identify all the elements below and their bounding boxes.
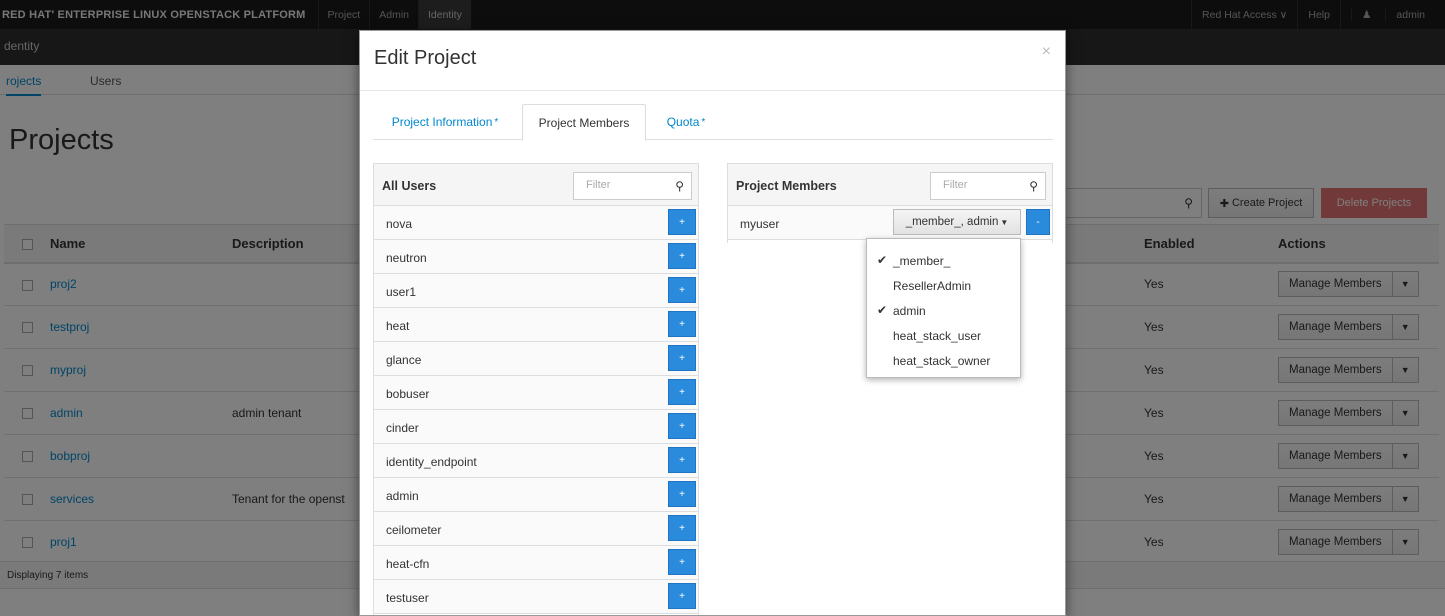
roles-dropdown-menu: ✔ _member_ ResellerAdmin ✔ admin heat_stac…: [866, 238, 1021, 378]
user-name: cinder: [386, 421, 419, 435]
tab-project-members-label: Project Members: [538, 115, 630, 130]
add-user-button[interactable]: +: [668, 447, 696, 473]
modal-header: Edit Project ×: [360, 31, 1065, 91]
role-option-label: _member_: [893, 254, 951, 268]
all-users-title: All Users: [382, 179, 437, 193]
user-name: ceilometer: [386, 523, 442, 537]
close-icon[interactable]: ×: [1042, 43, 1051, 61]
list-item: heat-cfn +: [374, 546, 698, 580]
user-name: neutron: [386, 251, 427, 265]
add-user-button[interactable]: +: [668, 379, 696, 405]
list-item: glance +: [374, 342, 698, 376]
user-name: identity_endpoint: [386, 455, 477, 469]
list-item: testuser +: [374, 580, 698, 614]
role-option-reselleradmin[interactable]: ResellerAdmin: [867, 272, 1020, 297]
user-name: admin: [386, 489, 419, 503]
add-user-button[interactable]: +: [668, 515, 696, 541]
tab-project-information[interactable]: Project Information *: [373, 104, 517, 140]
list-item: bobuser +: [374, 376, 698, 410]
add-user-button[interactable]: +: [668, 481, 696, 507]
tab-project-information-label: Project Information: [391, 115, 493, 129]
add-user-button[interactable]: +: [668, 345, 696, 371]
list-item: myuser _member_, admin ▼ -: [728, 206, 1052, 240]
user-name: bobuser: [386, 387, 430, 401]
search-icon: ⚲: [675, 179, 684, 193]
edit-project-modal: Edit Project × Project Information * Proj…: [359, 30, 1066, 616]
modal-tabs: Project Information * Project Members Quo…: [373, 104, 1053, 141]
all-users-filter-input[interactable]: Filter ⚲: [573, 172, 692, 200]
remove-member-button[interactable]: -: [1026, 209, 1050, 235]
all-users-panel: All Users Filter ⚲ nova + neutron + user1 +…: [373, 163, 699, 615]
member-name: myuser: [740, 217, 780, 231]
member-roles-dropdown[interactable]: _member_, admin ▼: [893, 209, 1021, 235]
tab-project-members[interactable]: Project Members: [522, 104, 646, 141]
add-user-button[interactable]: +: [668, 243, 696, 269]
role-option-label: heat_stack_owner: [893, 354, 991, 368]
role-option-heat-stack-user[interactable]: heat_stack_user: [867, 322, 1020, 347]
role-option-label: ResellerAdmin: [893, 279, 972, 293]
project-members-title: Project Members: [736, 179, 837, 193]
project-members-header: Project Members Filter ⚲: [728, 164, 1052, 206]
add-user-button[interactable]: +: [668, 549, 696, 575]
user-name: heat: [386, 319, 410, 333]
caret-down-icon: ▼: [1000, 217, 1009, 227]
user-name: testuser: [386, 591, 429, 605]
list-item: user1 +: [374, 274, 698, 308]
tab-quota-label: Quota: [666, 115, 700, 129]
check-icon: ✔: [877, 253, 888, 267]
filter-placeholder: Filter: [586, 179, 611, 191]
user-name: user1: [386, 285, 417, 299]
member-roles-label: _member_, admin: [905, 216, 999, 228]
check-icon: ✔: [877, 303, 888, 317]
role-option-heat-stack-owner[interactable]: heat_stack_owner: [867, 347, 1020, 372]
role-option-admin[interactable]: ✔ admin: [867, 297, 1020, 322]
search-icon: ⚲: [1029, 179, 1038, 193]
modal-title: Edit Project: [374, 47, 477, 69]
all-users-header: All Users Filter ⚲: [374, 164, 698, 206]
user-name: heat-cfn: [386, 557, 430, 571]
list-item: admin +: [374, 478, 698, 512]
add-user-button[interactable]: +: [668, 583, 696, 609]
project-members-filter-input[interactable]: Filter ⚲: [930, 172, 1046, 200]
user-name: nova: [386, 217, 413, 231]
add-user-button[interactable]: +: [668, 413, 696, 439]
list-item: cinder +: [374, 410, 698, 444]
tab-quota[interactable]: Quota *: [651, 104, 721, 140]
list-item: neutron +: [374, 240, 698, 274]
list-item: heat +: [374, 308, 698, 342]
add-user-button[interactable]: +: [668, 277, 696, 303]
required-marker: *: [701, 116, 706, 128]
role-option-member[interactable]: ✔ _member_: [867, 247, 1020, 272]
role-option-label: heat_stack_user: [893, 329, 982, 343]
project-members-panel: Project Members Filter ⚲ myuser _member_…: [727, 163, 1053, 243]
required-marker: *: [494, 116, 499, 128]
list-item: nova +: [374, 206, 698, 240]
role-option-label: admin: [893, 304, 926, 318]
filter-placeholder: Filter: [943, 179, 968, 191]
add-user-button[interactable]: +: [668, 311, 696, 337]
list-item: ceilometer +: [374, 512, 698, 546]
list-item: identity_endpoint +: [374, 444, 698, 478]
user-name: glance: [386, 353, 422, 367]
add-user-button[interactable]: +: [668, 209, 696, 235]
